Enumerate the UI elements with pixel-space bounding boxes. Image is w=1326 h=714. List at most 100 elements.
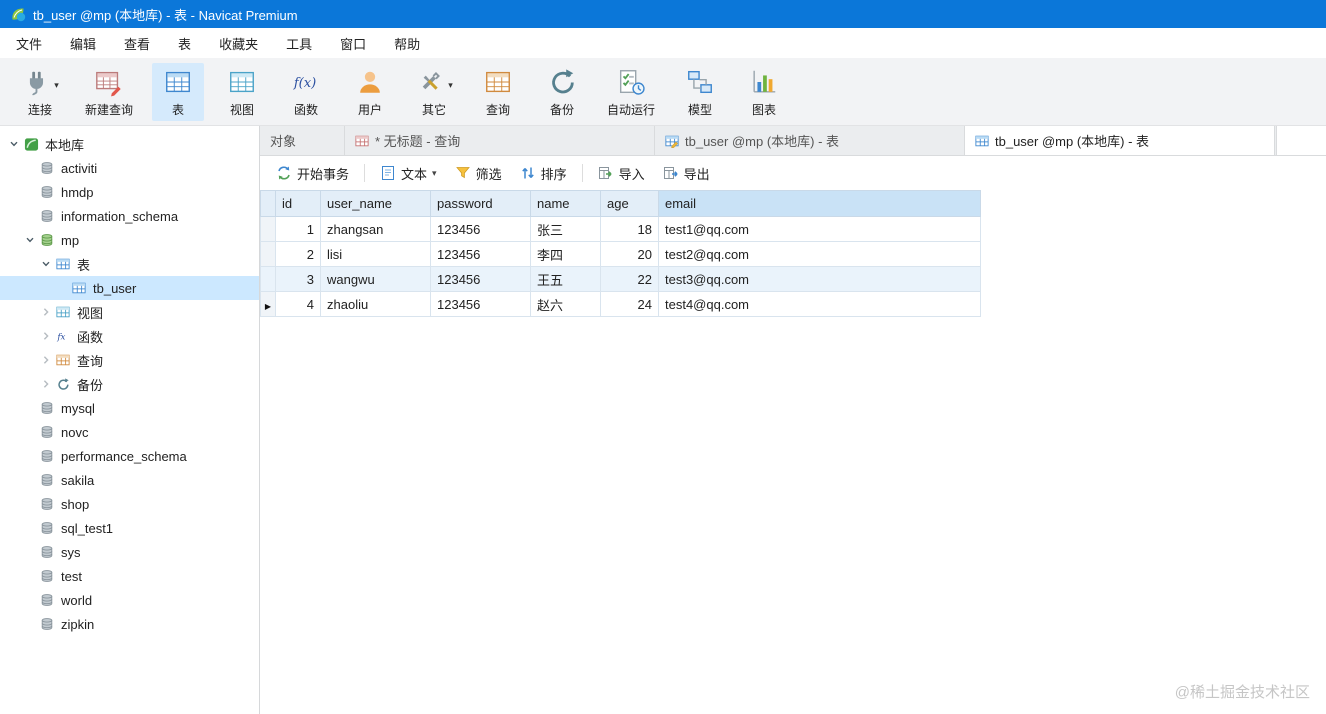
- toolbar-button-view[interactable]: 视图: [216, 63, 268, 121]
- row-selector[interactable]: ▶: [260, 291, 276, 317]
- tree-item-mp-queries[interactable]: 查询: [0, 348, 259, 372]
- cell-email[interactable]: test4@qq.com: [658, 291, 981, 317]
- row-selector[interactable]: [260, 266, 276, 292]
- dropdown-caret-icon[interactable]: ▾: [54, 80, 59, 91]
- tab-objects[interactable]: 对象: [260, 126, 345, 155]
- tab-untitled-query[interactable]: * 无标题 - 查询: [345, 126, 655, 155]
- column-header-id[interactable]: id: [275, 190, 321, 217]
- table-toolbar-import-button[interactable]: 导入: [590, 159, 653, 188]
- column-header-password[interactable]: password: [430, 190, 531, 217]
- toolbar-button-connection[interactable]: ▾ 连接: [14, 63, 66, 121]
- chevron-down-icon[interactable]: [22, 235, 38, 245]
- toolbar-button-new-query[interactable]: 新建查询: [78, 63, 140, 121]
- menu-item-table[interactable]: 表: [164, 29, 205, 58]
- toolbar-button-table[interactable]: 表: [152, 63, 205, 121]
- table-toolbar-filter-button[interactable]: 筛选: [447, 159, 510, 188]
- toolbar-button-chart[interactable]: 图表: [738, 63, 790, 121]
- cell-name[interactable]: 赵六: [530, 291, 601, 317]
- row-selector[interactable]: [260, 241, 276, 267]
- cell-password[interactable]: 123456: [430, 216, 531, 242]
- cell-user_name[interactable]: lisi: [320, 241, 431, 267]
- menu-item-edit[interactable]: 编辑: [56, 29, 110, 58]
- toolbar-button-other[interactable]: ▾ 其它: [408, 63, 460, 121]
- toolbar-button-model[interactable]: 模型: [674, 63, 726, 121]
- cell-user_name[interactable]: zhaoliu: [320, 291, 431, 317]
- row-selector[interactable]: [260, 216, 276, 242]
- menu-item-file[interactable]: 文件: [2, 29, 56, 58]
- toolbar-button-function[interactable]: f(x) 函数: [280, 63, 332, 121]
- table-toolbar-begin-transaction-button[interactable]: 开始事务: [268, 159, 357, 188]
- cell-user_name[interactable]: wangwu: [320, 266, 431, 292]
- tab-strip-end[interactable]: [1276, 126, 1326, 155]
- tree-item-mp-backups[interactable]: 备份: [0, 372, 259, 396]
- table-toolbar-export-button[interactable]: 导出: [655, 159, 718, 188]
- cell-id[interactable]: 1: [275, 216, 321, 242]
- tree-item-db-mp[interactable]: mp: [0, 228, 259, 252]
- tree-item-db-world[interactable]: world: [0, 588, 259, 612]
- cell-name[interactable]: 王五: [530, 266, 601, 292]
- column-header-age[interactable]: age: [600, 190, 659, 217]
- tree-item-db-mysql[interactable]: mysql: [0, 396, 259, 420]
- cell-user_name[interactable]: zhangsan: [320, 216, 431, 242]
- main-area: 本地库 activiti hmdp information_schema mp 表 tb_u…: [0, 126, 1326, 714]
- chevron-down-icon[interactable]: [6, 139, 22, 149]
- menu-item-view[interactable]: 查看: [110, 29, 164, 58]
- tree-item-db-hmdp[interactable]: hmdp: [0, 180, 259, 204]
- tree-item-db-sys[interactable]: sys: [0, 540, 259, 564]
- menu-item-favorites[interactable]: 收藏夹: [205, 29, 272, 58]
- tree-item-db-zipkin[interactable]: zipkin: [0, 612, 259, 636]
- dropdown-caret-icon[interactable]: ▾: [448, 80, 453, 91]
- tab-tb-user-table-2[interactable]: tb_user @mp (本地库) - 表: [965, 126, 1275, 155]
- cell-age[interactable]: 18: [600, 216, 659, 242]
- tree-item-db-sql-test1[interactable]: sql_test1: [0, 516, 259, 540]
- cell-password[interactable]: 123456: [430, 266, 531, 292]
- cell-id[interactable]: 3: [275, 266, 321, 292]
- toolbar-button-automation[interactable]: 自动运行: [600, 63, 662, 121]
- cell-name[interactable]: 李四: [530, 241, 601, 267]
- tree-item-table-tb-user[interactable]: tb_user: [0, 276, 259, 300]
- cell-age[interactable]: 24: [600, 291, 659, 317]
- cell-email[interactable]: test1@qq.com: [658, 216, 981, 242]
- row-selector-header[interactable]: [260, 190, 276, 217]
- tree-item-db-sakila[interactable]: sakila: [0, 468, 259, 492]
- menu-item-tools[interactable]: 工具: [272, 29, 326, 58]
- tree-item-local-connection[interactable]: 本地库: [0, 132, 259, 156]
- tree-item-mp-views[interactable]: 视图: [0, 300, 259, 324]
- tree-item-db-performance-schema[interactable]: performance_schema: [0, 444, 259, 468]
- tree-item-db-shop[interactable]: shop: [0, 492, 259, 516]
- menu-item-window[interactable]: 窗口: [326, 29, 380, 58]
- cell-name[interactable]: 张三: [530, 216, 601, 242]
- cell-age[interactable]: 22: [600, 266, 659, 292]
- cell-email[interactable]: test2@qq.com: [658, 241, 981, 267]
- cell-password[interactable]: 123456: [430, 291, 531, 317]
- chevron-right-icon[interactable]: [38, 331, 54, 341]
- tree-item-db-information-schema[interactable]: information_schema: [0, 204, 259, 228]
- cell-id[interactable]: 2: [275, 241, 321, 267]
- toolbar-button-user[interactable]: 用户: [344, 63, 396, 121]
- cell-id[interactable]: 4: [275, 291, 321, 317]
- tree-item-db-activiti[interactable]: activiti: [0, 156, 259, 180]
- column-header-email[interactable]: email: [658, 190, 981, 217]
- chevron-down-icon[interactable]: [38, 259, 54, 269]
- export-icon: [663, 165, 679, 181]
- tree-item-mp-functions[interactable]: fx 函数: [0, 324, 259, 348]
- chevron-right-icon[interactable]: [38, 355, 54, 365]
- cell-age[interactable]: 20: [600, 241, 659, 267]
- column-header-name[interactable]: name: [530, 190, 601, 217]
- chevron-right-icon[interactable]: [38, 379, 54, 389]
- toolbar-button-backup[interactable]: 备份: [536, 63, 588, 121]
- table-toolbar-text-button[interactable]: 文本 ▾: [372, 159, 445, 188]
- cell-password[interactable]: 123456: [430, 241, 531, 267]
- tab-tb-user-table-1[interactable]: tb_user @mp (本地库) - 表: [655, 126, 965, 155]
- menu-item-help[interactable]: 帮助: [380, 29, 434, 58]
- dropdown-caret-icon[interactable]: ▾: [432, 168, 437, 179]
- toolbar-button-label: 函数: [294, 103, 319, 117]
- toolbar-button-query[interactable]: 查询: [472, 63, 524, 121]
- tree-item-mp-tables[interactable]: 表: [0, 252, 259, 276]
- chevron-right-icon[interactable]: [38, 307, 54, 317]
- tree-item-db-test[interactable]: test: [0, 564, 259, 588]
- cell-email[interactable]: test3@qq.com: [658, 266, 981, 292]
- tree-item-db-novc[interactable]: novc: [0, 420, 259, 444]
- column-header-user_name[interactable]: user_name: [320, 190, 431, 217]
- table-toolbar-sort-button[interactable]: 排序: [512, 159, 575, 188]
